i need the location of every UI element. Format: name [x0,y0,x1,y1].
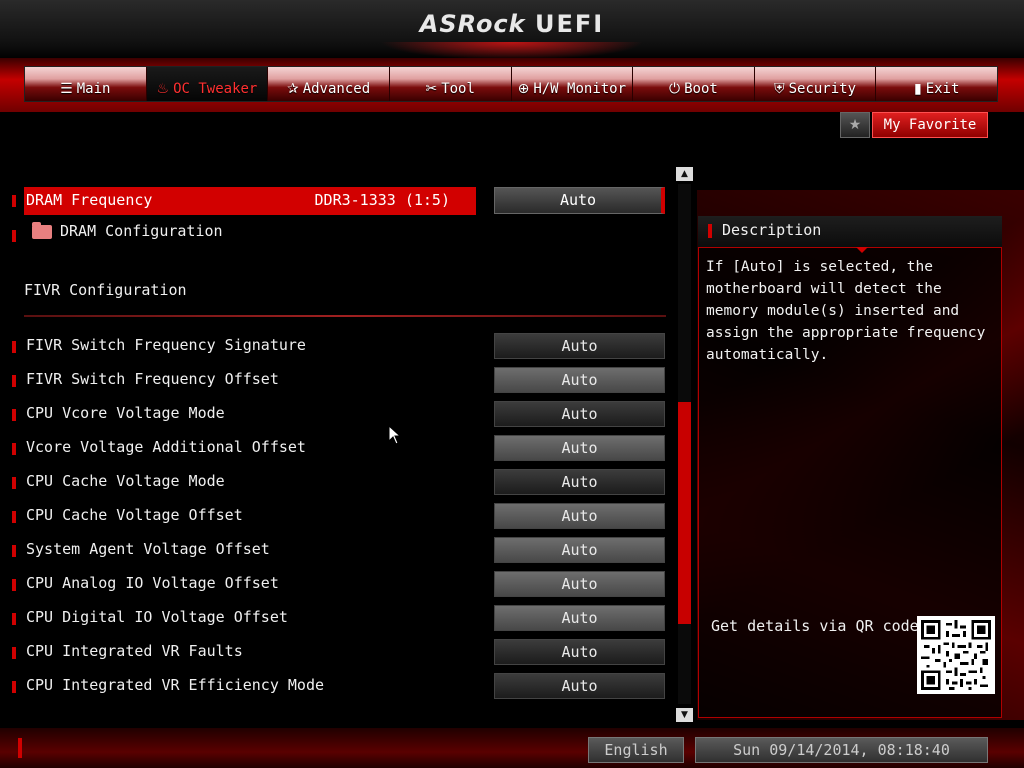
setting-value-button[interactable]: Auto [494,333,665,359]
tab-boot[interactable]: ⏻ Boot [633,67,755,101]
setting-label[interactable]: Vcore Voltage Additional Offset [26,438,306,456]
setting-value-button[interactable]: Auto [494,639,665,665]
list-icon: ☰ [60,81,73,97]
setting-label[interactable]: System Agent Voltage Offset [26,540,270,558]
tab-hw-monitor[interactable]: ⊕ H/W Monitor [512,67,634,101]
qr-code-graphic [921,620,991,690]
folder-icon [32,222,52,239]
setting-label[interactable]: FIVR Switch Frequency Signature [26,336,306,354]
dram-frequency-row[interactable]: DRAM Frequency DDR3-1333 (1:5) [24,187,476,215]
shield-icon: ⛨ [774,81,785,97]
setting-value-button[interactable]: Auto [494,571,665,597]
tab-label: H/W Monitor [533,81,627,97]
row-marker [12,341,16,353]
setting-value-button[interactable]: Auto [494,367,665,393]
setting-value-button[interactable]: Auto [494,537,665,563]
row-marker [12,613,16,625]
main-tab-bar: ☰ Main ♨ OC Tweaker ✰ Advanced ✂ Tool ⊕ H/W M… [24,66,998,102]
power-icon: ⏻ [669,81,681,97]
description-title: Description [722,221,822,239]
row-marker [12,647,16,659]
row-marker [12,230,16,242]
description-marker [708,224,712,238]
date-time-display: Sun 09/14/2014, 08:18:40 [695,737,988,763]
footer-marker [18,738,22,758]
door-icon: ▮ [913,81,922,97]
logo-brand: ASRock [419,10,526,38]
row-marker [12,409,16,421]
tab-label: Main [76,81,111,97]
flame-icon: ♨ [156,81,170,97]
setting-label[interactable]: CPU Cache Voltage Mode [26,472,225,490]
favorite-star-icon[interactable]: ★ [840,112,870,138]
dram-frequency-label: DRAM Frequency [26,191,153,209]
tools-icon: ✂ [425,81,438,97]
scroll-up-arrow-icon[interactable]: ▲ [676,167,693,181]
description-notch [856,247,868,253]
my-favorite-button[interactable]: My Favorite [872,112,988,138]
scrollbar-thumb[interactable] [678,402,691,624]
monitor-gauge-icon: ⊕ [517,81,530,97]
setting-value-button[interactable]: Auto [494,401,665,427]
tab-advanced[interactable]: ✰ Advanced [268,67,390,101]
setting-value-button[interactable]: Auto [494,469,665,495]
description-text: If [Auto] is selected, the motherboard w… [706,259,986,363]
setting-label[interactable]: CPU Cache Voltage Offset [26,506,243,524]
tab-label: Exit [925,81,960,97]
row-marker [12,477,16,489]
row-marker [12,195,16,207]
setting-label[interactable]: CPU Digital IO Voltage Offset [26,608,288,626]
setting-value-button[interactable]: Auto [494,435,665,461]
setting-label[interactable]: CPU Integrated VR Efficiency Mode [26,676,324,694]
language-button[interactable]: English [588,737,684,763]
setting-value-button[interactable]: Auto [494,605,665,631]
tab-label: OC Tweaker [173,81,258,97]
star-icon: ✰ [286,81,299,97]
qr-code-image [917,616,995,694]
row-marker [12,545,16,557]
row-marker [12,579,16,591]
row-marker [12,681,16,693]
dram-frequency-value: DDR3-1333 (1:5) [314,191,450,209]
tab-oc-tweaker[interactable]: ♨ OC Tweaker [146,67,269,101]
tab-exit[interactable]: ▮ Exit [876,67,997,101]
row-marker [12,375,16,387]
qr-code-label: Get details via QR code [711,617,919,635]
setting-label[interactable]: CPU Analog IO Voltage Offset [26,574,279,592]
row-marker [12,443,16,455]
setting-label[interactable]: CPU Vcore Voltage Mode [26,404,225,422]
tab-label: Boot [684,81,718,97]
fivr-configuration-heading: FIVR Configuration [24,281,187,299]
asrock-uefi-logo: ASRock UEFI [0,10,1024,38]
tab-security[interactable]: ⛨ Security [755,67,877,101]
tab-label: Tool [441,81,475,97]
setting-label[interactable]: CPU Integrated VR Faults [26,642,243,660]
dram-frequency-option[interactable]: Auto [494,187,665,214]
mouse-cursor-icon [388,425,402,445]
scroll-down-arrow-icon[interactable]: ▼ [676,708,693,722]
tab-main[interactable]: ☰ Main [25,67,147,101]
dram-configuration-link[interactable]: DRAM Configuration [60,222,223,240]
logo-product: UEFI [534,10,605,38]
tab-label: Security [788,81,857,97]
setting-value-button[interactable]: Auto [494,673,665,699]
setting-value-button[interactable]: Auto [494,503,665,529]
tab-tool[interactable]: ✂ Tool [390,67,512,101]
tab-label: Advanced [302,81,371,97]
row-marker [12,511,16,523]
section-divider [24,315,666,317]
setting-label[interactable]: FIVR Switch Frequency Offset [26,370,279,388]
